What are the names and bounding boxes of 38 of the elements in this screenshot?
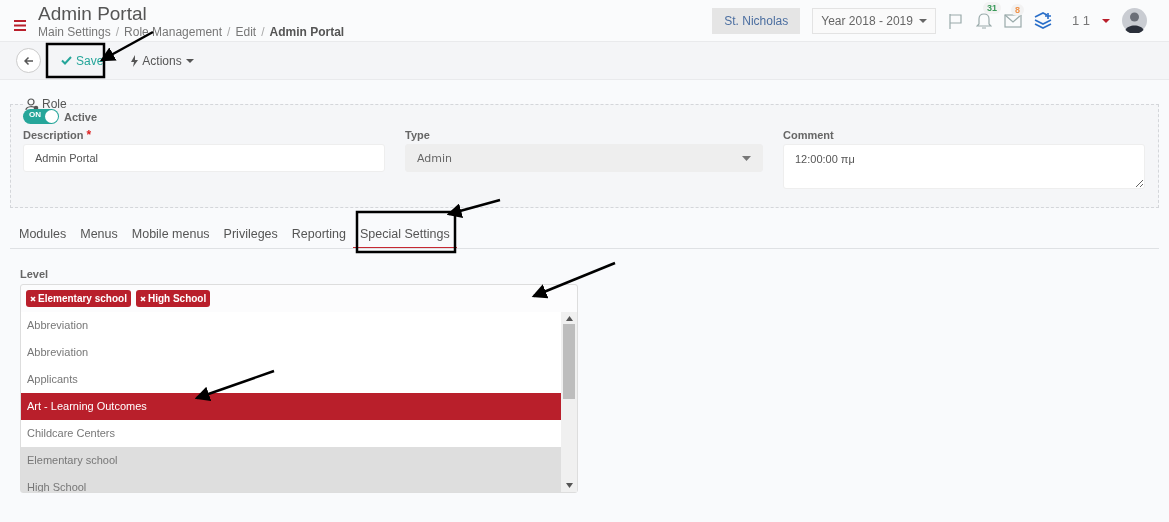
- level-option[interactable]: Applicants: [21, 366, 561, 393]
- section-title: Role: [42, 97, 67, 111]
- breadcrumb-item[interactable]: Role Management: [124, 24, 223, 39]
- page-title: Admin Portal: [38, 2, 148, 24]
- breadcrumb-item[interactable]: Main Settings: [38, 24, 111, 39]
- level-option[interactable]: Abbreviation: [21, 339, 561, 366]
- breadcrumb-separator: /: [261, 24, 265, 39]
- tab[interactable]: Privileges: [216, 211, 285, 248]
- breadcrumb-separator: /: [227, 24, 231, 39]
- user-name[interactable]: 1 1: [1071, 13, 1090, 28]
- tab[interactable]: Reporting: [284, 211, 353, 248]
- message-badge: 8: [1010, 3, 1024, 16]
- field-label: Level: [20, 268, 50, 280]
- breadcrumb-item[interactable]: Edit: [235, 24, 257, 39]
- level-option[interactable]: Art - Learning Outcomes: [21, 393, 561, 420]
- field-label: Description: [23, 129, 84, 141]
- field-label: Type: [405, 128, 431, 142]
- school-button[interactable]: St. Nicholas: [712, 7, 801, 34]
- field-label: Comment: [783, 128, 835, 142]
- active-label: Active: [64, 110, 98, 123]
- tab[interactable]: Special Settings: [353, 211, 457, 248]
- tab[interactable]: Menus: [73, 211, 125, 248]
- level-option[interactable]: Childcare Centers: [21, 420, 561, 447]
- comment-field[interactable]: 12:00:00 πμ: [783, 144, 1145, 189]
- level-tag[interactable]: Elementary school: [26, 290, 131, 307]
- required-mark: *: [86, 128, 92, 142]
- year-dropdown[interactable]: Year 2018 - 2019: [812, 7, 936, 34]
- notification-badge: 31: [982, 1, 1001, 14]
- active-toggle[interactable]: ON: [23, 109, 59, 124]
- breadcrumb-separator: /: [115, 24, 120, 39]
- tab[interactable]: Mobile menus: [124, 211, 217, 248]
- actions-button[interactable]: Actions: [125, 49, 200, 72]
- breadcrumb-item: Admin Portal: [269, 24, 345, 39]
- tab[interactable]: Modules: [10, 211, 74, 248]
- level-tag[interactable]: High School: [135, 290, 211, 307]
- description-field[interactable]: Admin Portal: [23, 144, 385, 172]
- level-option[interactable]: Abbreviation: [21, 312, 561, 339]
- level-option[interactable]: Elementary school: [21, 447, 561, 474]
